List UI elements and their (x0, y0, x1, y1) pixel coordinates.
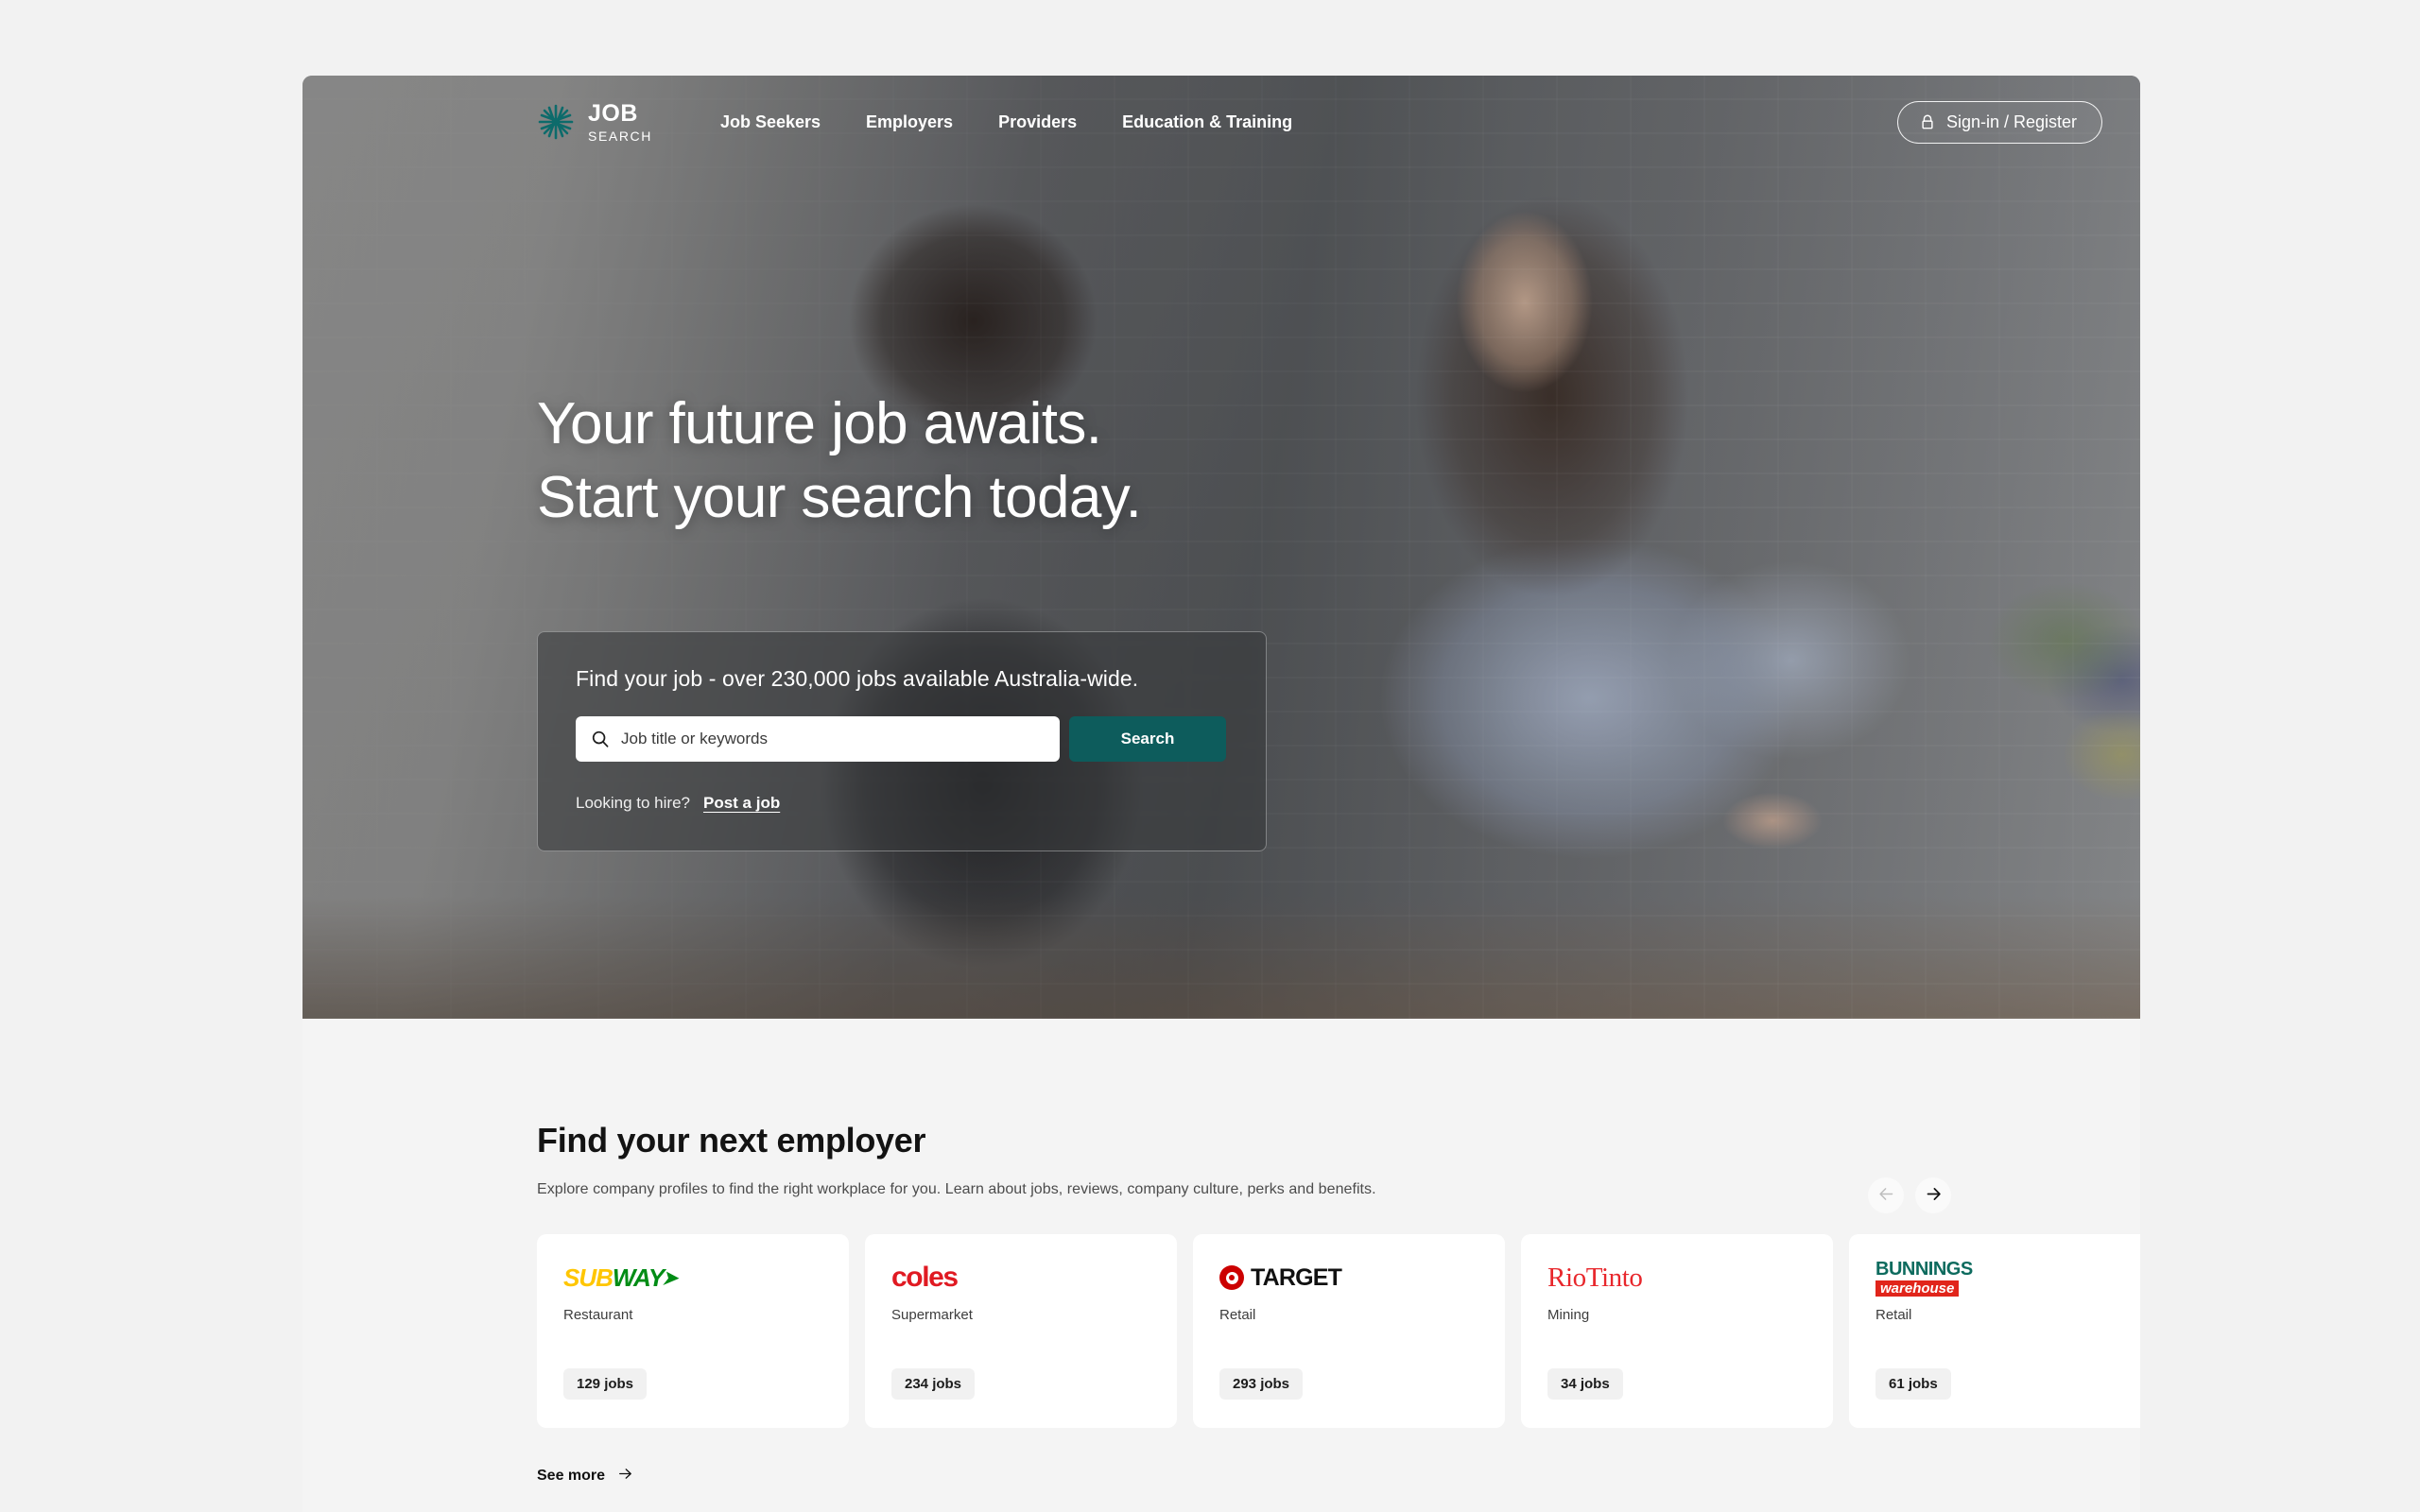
employer-job-count: 34 jobs (1547, 1368, 1623, 1400)
post-a-job-row: Looking to hire? Post a job (576, 794, 1228, 813)
arrow-right-icon (617, 1466, 633, 1486)
site-header: JOB SEARCH Job Seekers Employers Provide… (302, 76, 2140, 168)
employer-card-subway[interactable]: SUB WAY ➤ Restaurant 129 jobs (537, 1234, 849, 1428)
see-more-label: See more (537, 1468, 606, 1484)
search-field-wrapper[interactable] (576, 716, 1060, 762)
employer-job-count: 129 jobs (563, 1368, 648, 1400)
employer-card-coles[interactable]: coles Supermarket 234 jobs (865, 1234, 1177, 1428)
hero-banner: JOB SEARCH Job Seekers Employers Provide… (302, 76, 2140, 1019)
employer-industry: Supermarket (891, 1307, 973, 1323)
employer-industry: Mining (1547, 1307, 1590, 1323)
subway-logo-text-way: WAY (612, 1263, 665, 1292)
employer-carousel-viewport: SUB WAY ➤ Restaurant 129 jobs coles Superm… (537, 1234, 2140, 1428)
employer-card-bunnings[interactable]: BUNNINGS warehouse Retail 61 jobs (1849, 1234, 2140, 1428)
post-a-job-link[interactable]: Post a job (703, 794, 780, 813)
employer-card-target[interactable]: TARGET Retail 293 jobs (1193, 1234, 1505, 1428)
target-logo-text: TARGET (1251, 1263, 1342, 1291)
search-submit-button[interactable]: Search (1069, 716, 1226, 762)
sign-in-register-button[interactable]: Sign-in / Register (1896, 100, 2102, 144)
subway-logo-text-sub: SUB (563, 1263, 614, 1292)
hero-overlay (302, 76, 2140, 1019)
nav-item-job-seekers[interactable]: Job Seekers (720, 112, 821, 132)
main-navigation: Job Seekers Employers Providers Educatio… (720, 112, 1292, 132)
target-logo: TARGET (1219, 1263, 1478, 1293)
employer-industry: Retail (1219, 1307, 1256, 1323)
rio-tinto-logo: RioTinto (1547, 1263, 1806, 1293)
lock-icon (1919, 113, 1936, 130)
brand-logo[interactable]: JOB SEARCH (537, 99, 652, 144)
target-bullseye-icon (1219, 1265, 1244, 1290)
coles-logo: coles (891, 1262, 1150, 1293)
hero-title-line-1: Your future job awaits. (537, 391, 1102, 456)
search-input[interactable] (621, 730, 1045, 748)
search-panel-heading: Find your job - over 230,000 jobs availa… (576, 666, 1139, 691)
arrow-right-icon (1925, 1185, 1943, 1206)
carousel-prev-button[interactable] (1868, 1177, 1904, 1213)
see-more-link[interactable]: See more (537, 1466, 633, 1486)
rio-tinto-logo-text: RioTinto (1547, 1262, 1643, 1293)
nav-item-education-training[interactable]: Education & Training (1122, 112, 1292, 132)
arrow-left-icon (1877, 1185, 1895, 1206)
subway-arrow-icon: ➤ (662, 1267, 678, 1289)
bunnings-logo-text-bottom: warehouse (1876, 1280, 1960, 1297)
hero-title: Your future job awaits. Start your searc… (537, 387, 1142, 535)
job-search-panel: Find your job - over 230,000 jobs availa… (537, 631, 1267, 851)
coles-logo-text: coles (891, 1262, 959, 1293)
brand-line-1: JOB (588, 99, 638, 127)
employer-industry: Retail (1876, 1307, 1912, 1323)
page-container: JOB SEARCH Job Seekers Employers Provide… (302, 76, 2140, 1512)
employer-carousel-track: SUB WAY ➤ Restaurant 129 jobs coles Superm… (537, 1234, 2140, 1428)
employer-job-count: 61 jobs (1876, 1368, 1951, 1400)
carousel-next-button[interactable] (1915, 1177, 1951, 1213)
employer-job-count: 293 jobs (1219, 1368, 1304, 1400)
carousel-navigation (1868, 1177, 1951, 1213)
find-employer-section: Find your next employer Explore company … (302, 1019, 2140, 1486)
sign-in-register-label: Sign-in / Register (1945, 112, 2077, 131)
nav-item-providers[interactable]: Providers (998, 112, 1077, 132)
subway-logo: SUB WAY ➤ (563, 1263, 822, 1293)
looking-to-hire-label: Looking to hire? (576, 794, 690, 812)
hero-title-line-2: Start your search today. (537, 465, 1142, 531)
employer-job-count: 234 jobs (891, 1368, 976, 1400)
bunnings-logo-text-top: BUNNINGS (1876, 1258, 1973, 1280)
starburst-icon (537, 103, 575, 141)
search-row: Search (576, 716, 1228, 762)
section-title: Find your next employer (537, 1121, 926, 1160)
brand-line-2: SEARCH (588, 128, 652, 144)
employer-industry: Restaurant (563, 1307, 633, 1323)
employer-card-rio-tinto[interactable]: RioTinto Mining 34 jobs (1521, 1234, 1833, 1428)
search-icon (591, 730, 610, 748)
nav-item-employers[interactable]: Employers (866, 112, 953, 132)
bunnings-logo: BUNNINGS warehouse (1876, 1258, 2135, 1297)
brand-wordmark: JOB SEARCH (588, 99, 652, 144)
hero-copy: Your future job awaits. Start your searc… (537, 387, 1142, 535)
